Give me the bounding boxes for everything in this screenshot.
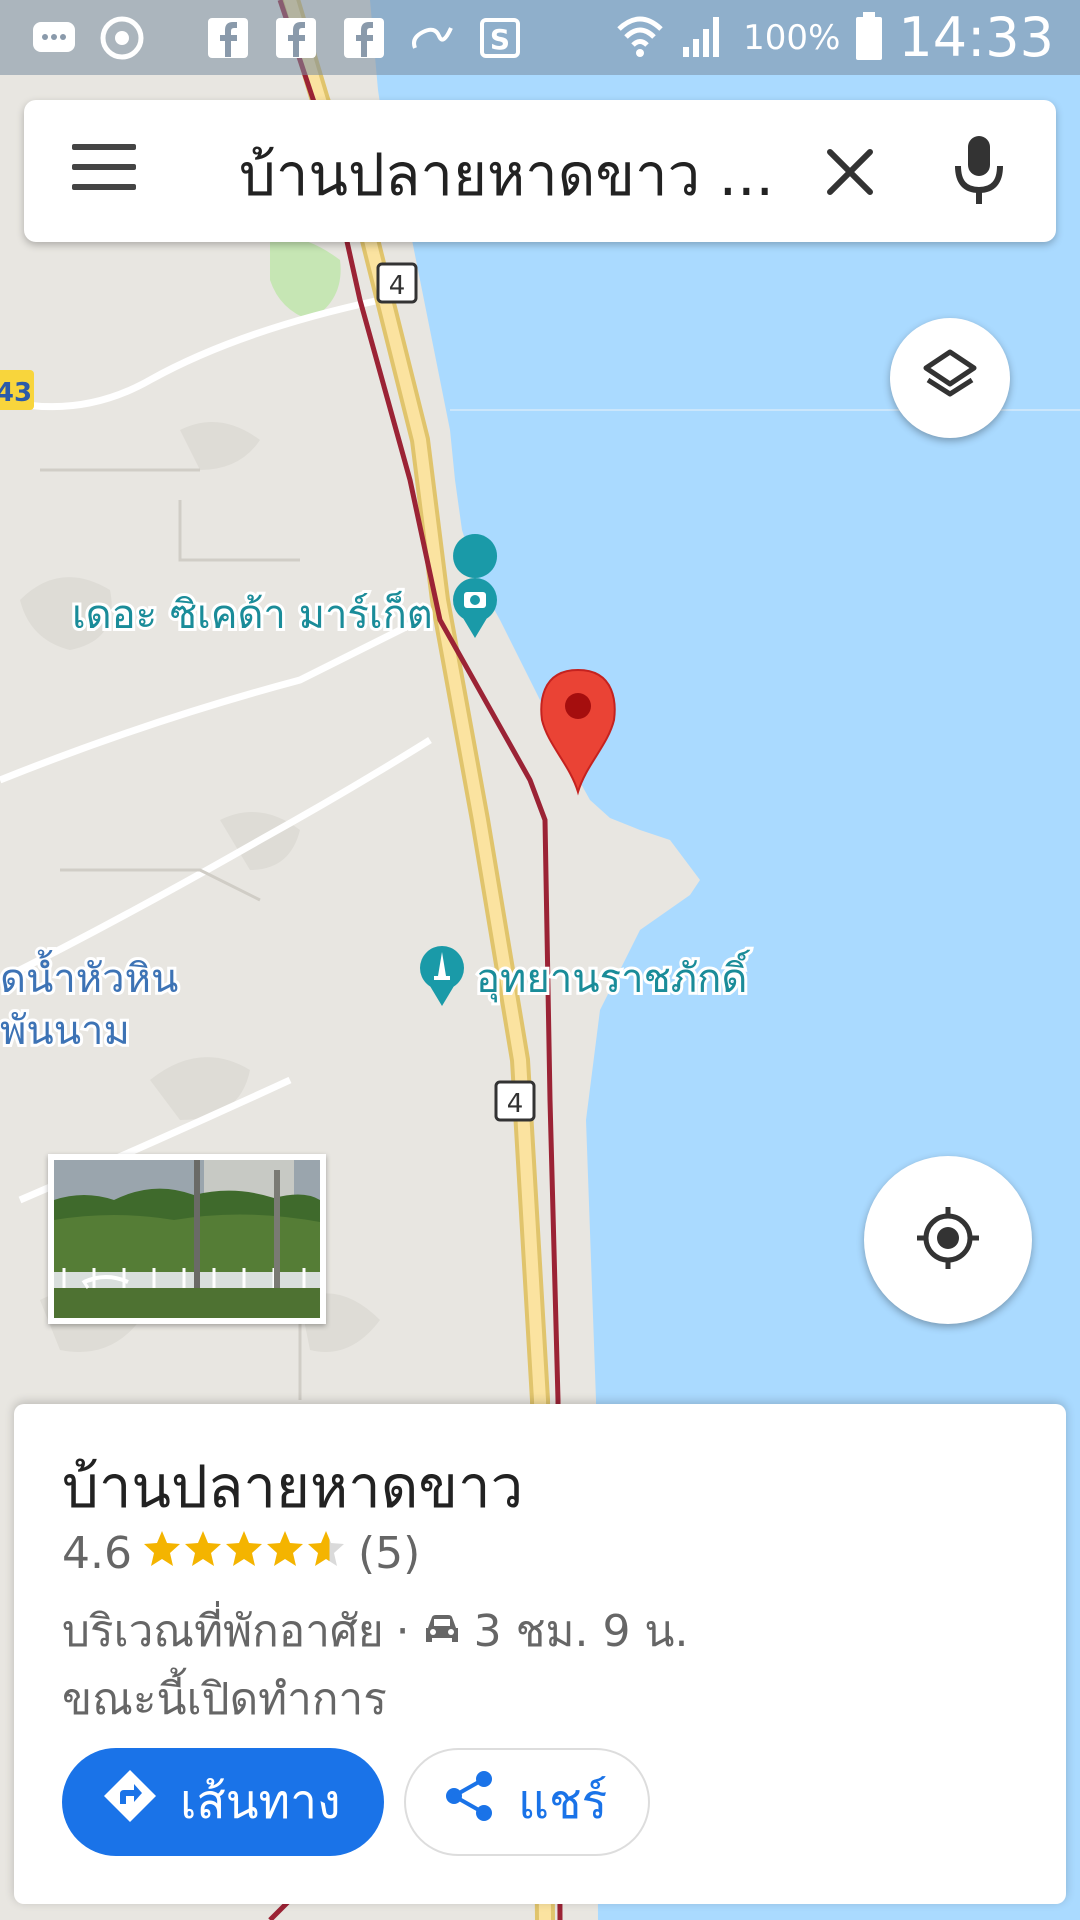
directions-label: เส้นทาง [180, 1774, 341, 1830]
link-icon [408, 14, 456, 62]
search-input[interactable]: บ้านปลายหาดขาว ... [239, 128, 799, 221]
notification-icons: S [30, 10, 524, 65]
rating-row: 4.6 (5) [62, 1528, 420, 1579]
svg-text:4: 4 [507, 1089, 524, 1119]
share-label: แชร์ [518, 1774, 608, 1830]
close-icon[interactable] [814, 136, 886, 208]
chrome-icon [98, 14, 146, 62]
park-label[interactable]: อุทยานราชภักดิ์ [473, 946, 754, 1006]
route-shield-43: 43 [0, 370, 34, 410]
clock: 14:33 [898, 6, 1054, 69]
place-title: บ้านปลายหาดขาว [62, 1453, 524, 1521]
search-bar[interactable]: บ้านปลายหาดขาว ... [24, 100, 1056, 242]
facebook-icon [340, 14, 388, 62]
layers-icon [920, 346, 980, 410]
left-place-label-2[interactable]: พันนาม [0, 1005, 133, 1057]
chat-icon [30, 14, 78, 62]
star-3 [225, 1530, 262, 1566]
s-app-icon: S [476, 14, 524, 62]
star-rating-icon [142, 1529, 348, 1579]
facebook-icon [204, 14, 252, 62]
route-shield-4-top: 4 [376, 262, 418, 304]
system-status: 100% 14:33 [615, 0, 1054, 75]
my-location-button[interactable] [864, 1156, 1032, 1324]
star-5 [307, 1530, 344, 1566]
street-view-thumbnail[interactable] [48, 1154, 326, 1324]
svg-text:4: 4 [389, 271, 406, 301]
svg-text:S: S [490, 23, 510, 56]
car-icon [422, 1606, 462, 1657]
facebook-icon [272, 14, 320, 62]
signal-icon [679, 11, 729, 65]
place-category: บริเวณที่พักอาศัย [62, 1606, 384, 1657]
mic-icon[interactable] [944, 132, 1014, 212]
wifi-icon [615, 11, 665, 65]
star-4 [266, 1530, 303, 1566]
separator-dot: · [395, 1605, 410, 1657]
share-button[interactable]: แชร์ [404, 1748, 650, 1856]
menu-icon[interactable] [72, 144, 136, 200]
battery-percent: 100% [743, 17, 841, 58]
open-status: ขณะนี้เปิดทำการ [62, 1674, 387, 1725]
place-info-card[interactable]: บ้านปลายหาดขาว 4.6 (5) บริเวณที่พักอาศัย… [14, 1404, 1066, 1904]
star-2 [184, 1530, 221, 1566]
layers-button[interactable] [890, 318, 1010, 438]
left-place-label-1[interactable]: ดน้ำหัวหิน [0, 946, 181, 1005]
rating-value: 4.6 [62, 1528, 132, 1579]
share-icon [444, 1769, 494, 1835]
crosshair-icon [913, 1203, 983, 1277]
market-label[interactable]: เดอะ ซิเคด้า มาร์เก็ต [69, 587, 436, 641]
review-count[interactable]: (5) [358, 1528, 420, 1579]
status-bar: S 100% 14:33 [0, 0, 1080, 75]
star-1 [143, 1530, 180, 1566]
directions-icon [102, 1768, 158, 1836]
battery-icon [854, 10, 884, 66]
street-view-image [54, 1160, 320, 1318]
drive-time: 3 ชม. 9 น. [473, 1606, 689, 1657]
route-shield-4-bottom: 4 [494, 1080, 536, 1122]
svg-text:43: 43 [0, 378, 32, 408]
category-row: บริเวณที่พักอาศัย · 3 ชม. 9 น. [62, 1596, 689, 1666]
directions-button[interactable]: เส้นทาง [62, 1748, 384, 1856]
